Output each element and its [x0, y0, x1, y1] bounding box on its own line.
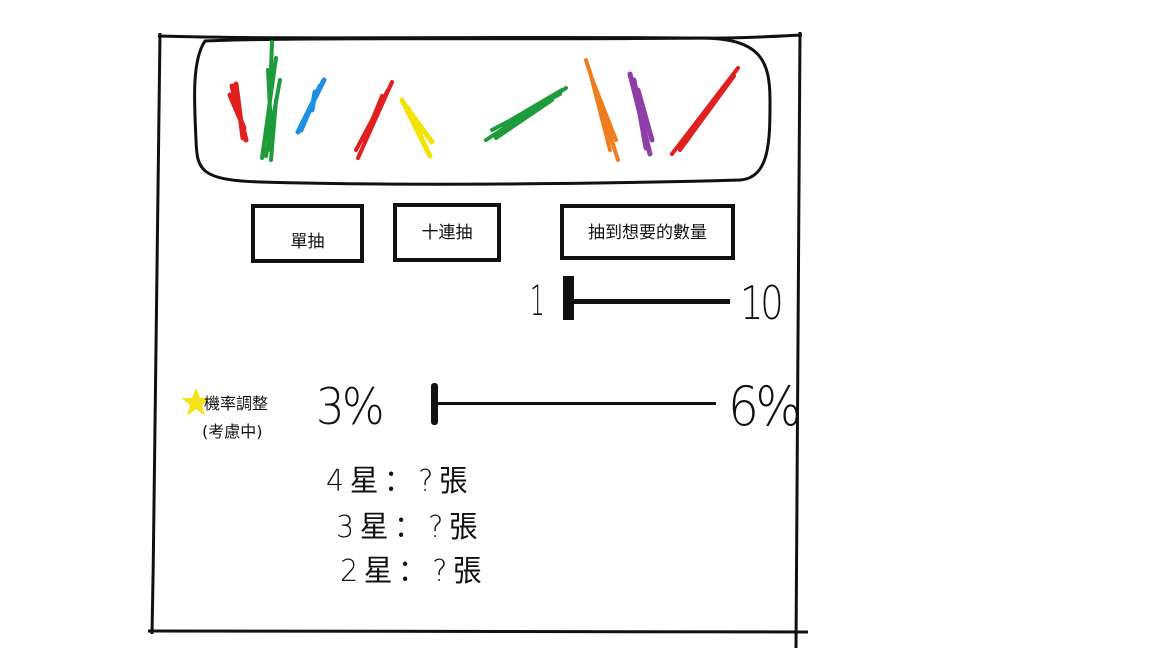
rate-adjust-note: (考慮中) [202, 422, 263, 441]
result-2-star: 2星：?張 [340, 546, 487, 590]
result-stars: 4星 [326, 464, 385, 499]
single-draw-button[interactable]: 單抽 [251, 204, 364, 263]
rate-slider-thumb[interactable] [431, 383, 438, 425]
rate-adjust-label: 機率調整 [204, 394, 269, 413]
ten-draw-button[interactable]: 十連抽 [393, 203, 501, 262]
quantity-slider-thumb[interactable] [563, 276, 574, 320]
result-3-star: 3星：?張 [336, 502, 483, 546]
result-unit: 張 [439, 464, 474, 499]
result-stars: 3星 [336, 510, 395, 545]
rate-max-label: 6% [728, 375, 801, 438]
rate-adjust-label-group: 機率調整 (考慮中) [178, 384, 298, 444]
quantity-slider-track[interactable] [568, 299, 730, 304]
rate-slider-track[interactable] [438, 402, 716, 405]
result-4-star: 4星：?張 [326, 456, 473, 500]
result-unit: 張 [449, 510, 484, 545]
result-count: ? [428, 510, 450, 545]
result-separator: ： [398, 554, 433, 589]
result-count: ? [432, 554, 454, 589]
rate-min-label: 3% [316, 378, 385, 436]
app-frame [147, 31, 809, 648]
result-count: ? [418, 464, 440, 499]
quantity-min-label: 1 [530, 276, 545, 325]
result-unit: 張 [453, 554, 488, 589]
result-separator: ： [384, 464, 419, 499]
quantity-max-label: 10 [740, 276, 784, 330]
result-stars: 2星 [340, 554, 399, 589]
result-separator: ： [394, 510, 429, 545]
draw-until-target-button[interactable]: 抽到想要的數量 [560, 204, 735, 260]
